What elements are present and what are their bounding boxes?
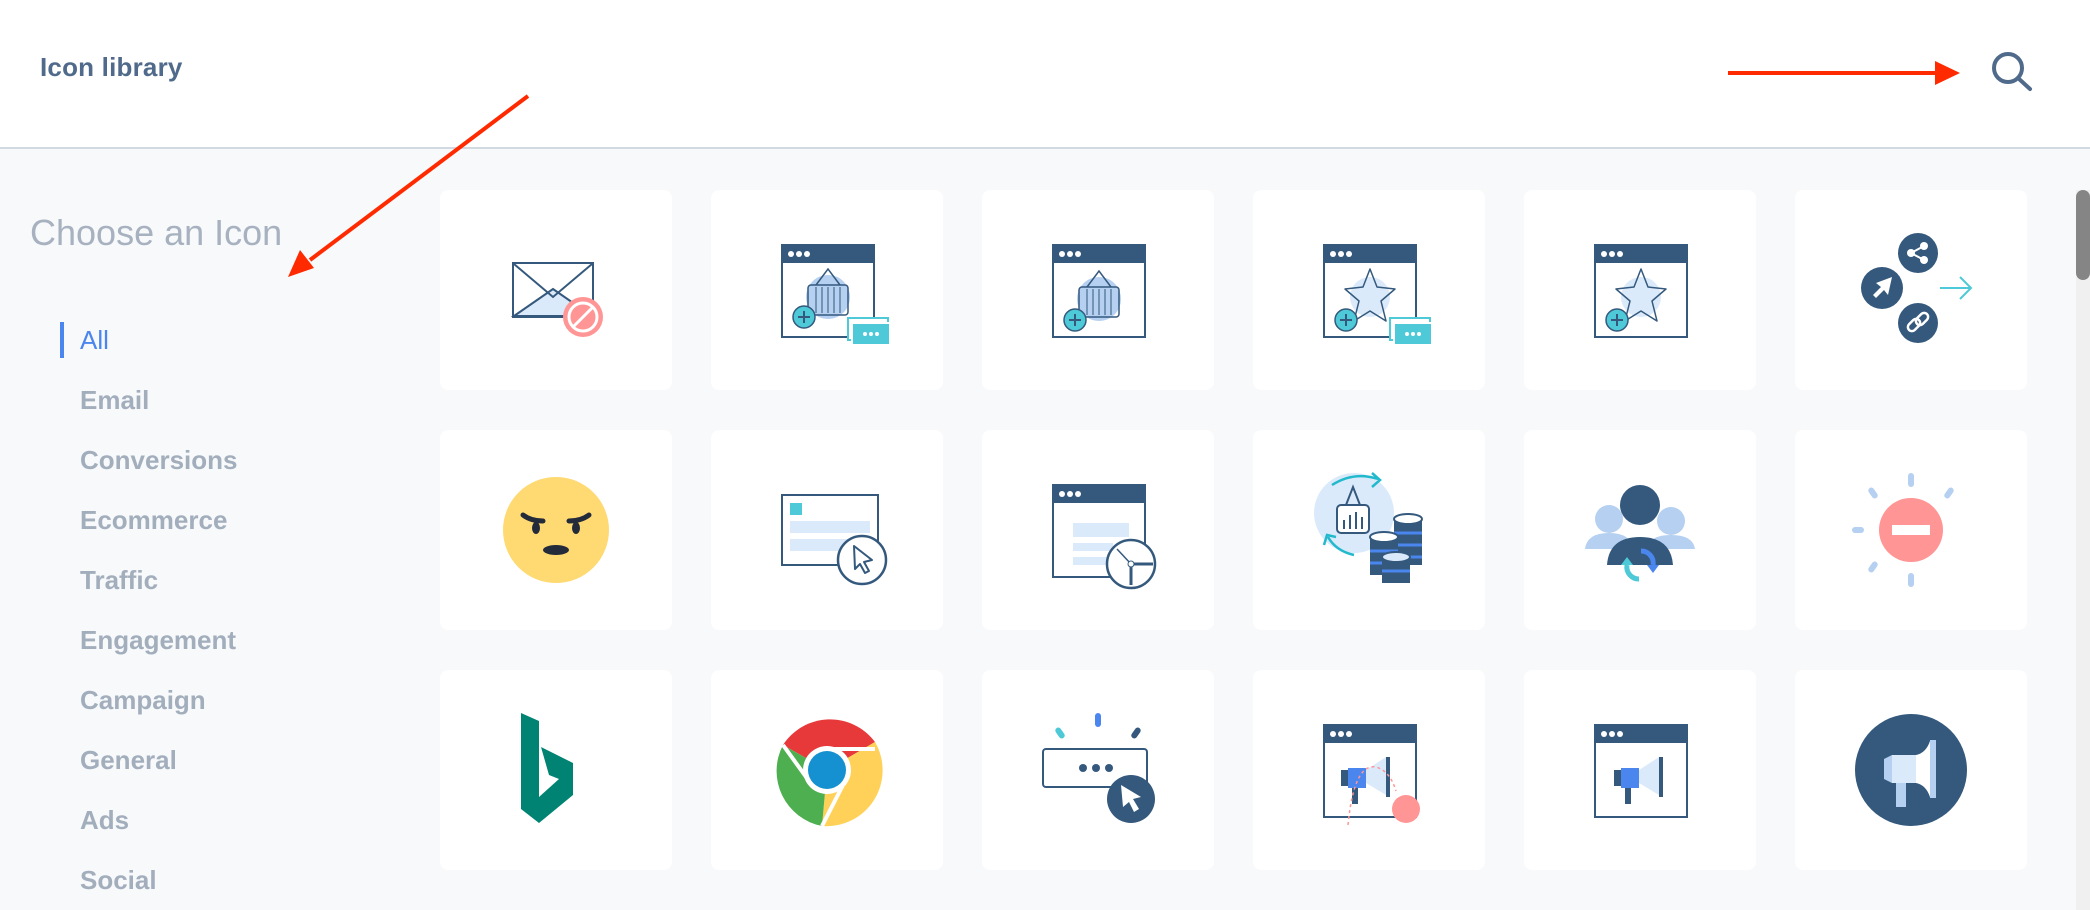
browser-form-click-icon <box>781 494 888 586</box>
browser-star-add-tickets-icon <box>1323 244 1433 346</box>
category-social[interactable]: Social <box>0 850 400 910</box>
icon-card[interactable] <box>440 190 672 390</box>
icon-card[interactable] <box>1253 190 1485 390</box>
chrome-logo-icon <box>771 714 883 827</box>
category-list: All Email Conversions Ecommerce Traffic … <box>0 310 400 910</box>
category-sidebar: Choose an Icon All Email Conversions Eco… <box>0 150 420 910</box>
app-header: Icon library <box>0 0 2090 149</box>
category-general[interactable]: General <box>0 730 400 790</box>
category-conversions[interactable]: Conversions <box>0 430 400 490</box>
icon-card[interactable] <box>1795 190 2027 390</box>
icon-card[interactable] <box>440 430 672 630</box>
icon-card[interactable] <box>1253 670 1485 870</box>
icon-card[interactable] <box>982 190 1214 390</box>
icon-card[interactable] <box>1524 430 1756 630</box>
category-ecommerce[interactable]: Ecommerce <box>0 490 400 550</box>
megaphone-circle-icon <box>1855 714 1967 826</box>
icon-card[interactable] <box>1795 670 2027 870</box>
icon-card[interactable] <box>1795 430 2027 630</box>
category-campaign[interactable]: Campaign <box>0 670 400 730</box>
browser-time-icon <box>1052 484 1157 590</box>
scrollbar-track[interactable] <box>2076 190 2090 910</box>
icon-grid <box>440 190 2027 870</box>
category-engagement[interactable]: Engagement <box>0 610 400 670</box>
alert-minus-icon <box>1852 473 1954 587</box>
share-click-link-icon <box>1861 233 1973 343</box>
category-traffic[interactable]: Traffic <box>0 550 400 610</box>
icon-card[interactable] <box>711 190 943 390</box>
scrollbar-thumb[interactable] <box>2076 190 2090 280</box>
bing-logo-icon <box>521 713 573 823</box>
icon-card[interactable] <box>982 670 1214 870</box>
browser-basket-add-tickets-icon <box>781 244 891 346</box>
search-button[interactable] <box>1984 44 2040 100</box>
browser-star-add-icon <box>1594 244 1688 338</box>
icon-card[interactable] <box>982 430 1214 630</box>
icon-card[interactable] <box>1524 190 1756 390</box>
category-all[interactable]: All <box>0 310 400 370</box>
icon-card[interactable] <box>1253 430 1485 630</box>
icon-card[interactable] <box>1524 670 1756 870</box>
email-blocked-icon <box>510 262 603 337</box>
sidebar-title: Choose an Icon <box>30 212 283 253</box>
search-icon <box>1992 52 2032 91</box>
app-title: Icon library <box>40 52 183 82</box>
category-email[interactable]: Email <box>0 370 400 430</box>
input-click-icon <box>1042 713 1155 823</box>
browser-basket-add-icon <box>1052 244 1146 338</box>
browser-megaphone-ball-icon <box>1323 724 1420 826</box>
basket-coins-exchange-icon <box>1314 472 1423 583</box>
browser-megaphone-icon <box>1594 724 1688 818</box>
angry-face-icon <box>503 477 609 583</box>
icon-card[interactable] <box>711 670 943 870</box>
icon-card[interactable] <box>440 670 672 870</box>
category-ads[interactable]: Ads <box>0 790 400 850</box>
icon-card[interactable] <box>711 430 943 630</box>
audience-sync-icon <box>1585 485 1695 582</box>
